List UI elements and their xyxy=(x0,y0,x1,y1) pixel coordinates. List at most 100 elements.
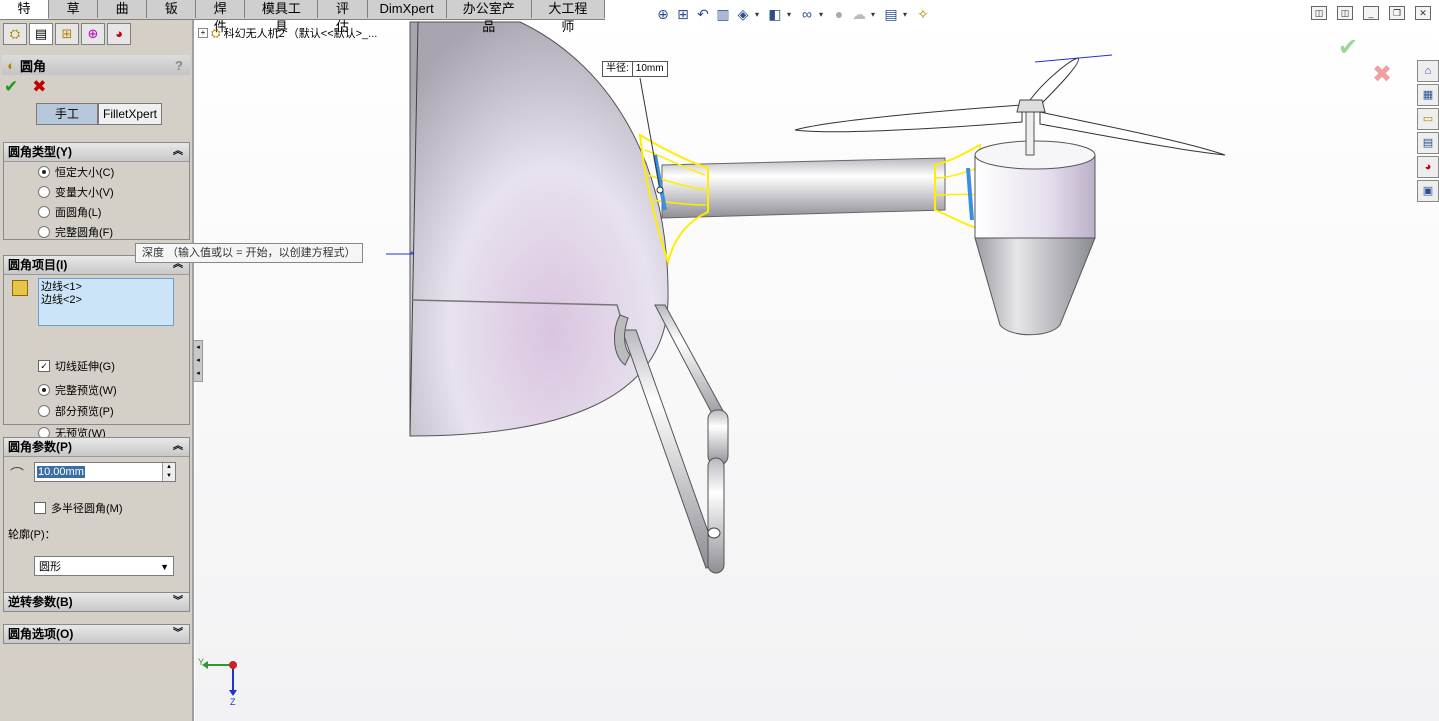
fillet-type-face[interactable]: 面圆角(L) xyxy=(4,202,189,222)
dimxpert-manager-icon[interactable]: ⊕ xyxy=(81,23,105,45)
feature-tree-flyout[interactable]: + ⛭ 科幻无人机2 （默认<<默认>_... xyxy=(198,25,377,41)
fillet-type-variable[interactable]: 变量大小(V) xyxy=(4,182,189,202)
multi-radius-checkbox[interactable]: 多半径圆角(M) xyxy=(0,498,123,518)
expand-icon[interactable]: + xyxy=(198,28,208,38)
tab-weldments[interactable]: 焊件 xyxy=(196,0,246,34)
preview-full[interactable]: 完整预览(W) xyxy=(4,380,117,400)
triad-z-label: Z xyxy=(230,697,236,705)
skid-lower xyxy=(707,457,725,574)
collapse-chevron-icon[interactable]: ︽ xyxy=(173,438,183,456)
panel-collapse-handle[interactable]: ◂ ◂ ◂ xyxy=(193,340,203,382)
design-library-icon[interactable]: ▦ xyxy=(1417,84,1439,106)
tab-dimxpert[interactable]: DimXpert xyxy=(367,0,447,18)
radio-icon[interactable] xyxy=(38,405,50,417)
view-orientation-icon[interactable]: ◈ xyxy=(735,6,751,22)
ok-button[interactable]: ✔ xyxy=(4,77,18,97)
fillet-type-constant[interactable]: 恒定大小(C) xyxy=(4,162,189,182)
spinner-icon[interactable]: ▲ ▼ xyxy=(162,463,175,481)
cancel-button[interactable]: ✖ xyxy=(32,77,46,97)
tile-right-icon[interactable]: ◫ xyxy=(1337,6,1353,20)
fillet-options-header[interactable]: 圆角选项(O) ︾ xyxy=(4,625,189,643)
tab-sheet-metal[interactable]: 钣金 xyxy=(147,0,197,34)
view-settings-dropdown-icon[interactable]: ▾ xyxy=(903,10,911,19)
chevron-down-icon[interactable]: ▼ xyxy=(160,557,169,577)
tab-evaluate[interactable]: 评估 xyxy=(318,0,368,34)
configuration-manager-icon[interactable]: ⊞ xyxy=(55,23,79,45)
manual-mode-button[interactable]: 手工 xyxy=(36,103,98,125)
radius-dimension-callout[interactable]: 半径: 10mm xyxy=(602,61,668,77)
previous-view-icon[interactable]: ↶ xyxy=(695,6,711,22)
view-orientation-dropdown-icon[interactable]: ▾ xyxy=(755,10,763,19)
tab-sketch[interactable]: 草图 xyxy=(49,0,99,34)
feature-manager-icon[interactable]: ⛭ xyxy=(3,23,27,45)
profile-select[interactable]: 圆形 ▼ xyxy=(34,556,174,576)
apply-scene-icon[interactable]: ☁ xyxy=(851,6,867,22)
help-icon[interactable]: ? xyxy=(172,58,186,73)
close-icon[interactable]: ✕ xyxy=(1415,6,1431,20)
hide-show-icon[interactable]: ∞ xyxy=(799,6,815,22)
confirm-cancel-icon[interactable]: ✖ xyxy=(1372,60,1392,89)
collapse-chevron-icon[interactable]: ︽ xyxy=(173,143,183,161)
radio-icon[interactable] xyxy=(38,226,50,238)
fillet-type-header[interactable]: 圆角类型(Y) ︽ xyxy=(4,143,189,162)
radio-icon[interactable] xyxy=(38,186,50,198)
motor-top xyxy=(974,140,1096,170)
tree-label: 科幻无人机2 （默认<<默认>_... xyxy=(223,28,378,40)
edge-selection-list[interactable]: 边线<1> 边线<2> xyxy=(38,278,174,326)
list-item[interactable]: 边线<2> xyxy=(41,294,171,307)
expand-chevron-icon[interactable]: ︾ xyxy=(173,625,183,643)
command-manager-tabs: 特征 草图 曲面 钣金 焊件 模具工具 评估 DimXpert 办公室产品 大工… xyxy=(0,0,605,34)
home-icon[interactable]: ⌂ xyxy=(1417,60,1439,82)
apply-scene-dropdown-icon[interactable]: ▾ xyxy=(871,10,879,19)
dim-value[interactable]: 10mm xyxy=(631,62,667,76)
list-item[interactable]: 边线<1> xyxy=(41,281,171,294)
tab-features[interactable]: 特征 xyxy=(0,0,50,34)
skid-joint xyxy=(707,527,721,539)
radio-icon[interactable] xyxy=(38,206,50,218)
file-explorer-icon[interactable]: ▭ xyxy=(1417,108,1439,130)
manager-icon-tabs: ⛭ ▤ ⊞ ⊕ ◕ xyxy=(0,20,192,49)
display-style-dropdown-icon[interactable]: ▾ xyxy=(787,10,795,19)
minimize-icon[interactable]: _ xyxy=(1363,6,1379,20)
window-controls: ◫ ◫ _ ❐ ✕ xyxy=(1311,6,1431,20)
radius-input[interactable]: 10.00mm ▲ ▼ xyxy=(34,462,176,482)
property-manager-icon[interactable]: ▤ xyxy=(29,23,53,45)
view-palette-icon[interactable]: ▤ xyxy=(1417,132,1439,154)
lighting-icon[interactable]: ✧ xyxy=(915,6,931,22)
setback-params-header[interactable]: 逆转参数(B) ︾ xyxy=(4,593,189,611)
zoom-fit-icon[interactable]: ⊕ xyxy=(655,6,671,22)
graphics-area[interactable]: * xyxy=(0,0,1439,721)
appearances-icon[interactable]: ◕ xyxy=(1417,156,1439,178)
task-pane-tabs: ⌂ ▦ ▭ ▤ ◕ ▣ xyxy=(1417,60,1439,202)
section-view-icon[interactable]: ▥ xyxy=(715,6,731,22)
filletxpert-mode-button[interactable]: FilletXpert xyxy=(98,103,163,125)
edge-selection-icon xyxy=(12,280,28,296)
mode-buttons: 手工 FilletXpert xyxy=(36,103,192,125)
display-style-icon[interactable]: ◧ xyxy=(767,6,783,22)
display-manager-icon[interactable]: ◕ xyxy=(107,23,131,45)
checkbox-checked-icon[interactable]: ✓ xyxy=(38,360,50,372)
fillet-type-full-round[interactable]: 完整圆角(F) xyxy=(4,222,189,242)
tab-engineer[interactable]: 大工程师 xyxy=(531,0,605,34)
hide-show-dropdown-icon[interactable]: ▾ xyxy=(819,10,827,19)
tab-mold-tools[interactable]: 模具工具 xyxy=(245,0,319,34)
zoom-area-icon[interactable]: ⊞ xyxy=(675,6,691,22)
radio-icon[interactable] xyxy=(38,166,50,178)
custom-properties-icon[interactable]: ▣ xyxy=(1417,180,1439,202)
preview-partial[interactable]: 部分预览(P) xyxy=(4,401,114,421)
view-settings-icon[interactable]: ▤ xyxy=(883,6,899,22)
fillet-options-group: 圆角选项(O) ︾ xyxy=(3,624,190,644)
expand-chevron-icon[interactable]: ︾ xyxy=(173,593,183,611)
fillet-items-group: 圆角项目(I) ︽ 边线<1> 边线<2> ✓ 切线延伸(G) 完整预览(W) 部分… xyxy=(3,255,190,440)
checkbox-icon[interactable] xyxy=(34,502,46,514)
radio-icon[interactable] xyxy=(38,384,50,396)
confirm-ok-icon[interactable]: ✔ xyxy=(1338,33,1358,62)
edit-appearance-icon[interactable]: ● xyxy=(831,6,847,22)
tab-office-products[interactable]: 办公室产品 xyxy=(446,0,532,34)
restore-icon[interactable]: ❐ xyxy=(1389,6,1405,20)
fillet-params-header[interactable]: 圆角参数(P) ︽ xyxy=(4,438,189,457)
tile-left-icon[interactable]: ◫ xyxy=(1311,6,1327,20)
tangent-propagation-checkbox[interactable]: ✓ 切线延伸(G) xyxy=(4,356,115,376)
tab-surfaces[interactable]: 曲面 xyxy=(98,0,148,34)
dimension-handle[interactable] xyxy=(656,186,664,194)
